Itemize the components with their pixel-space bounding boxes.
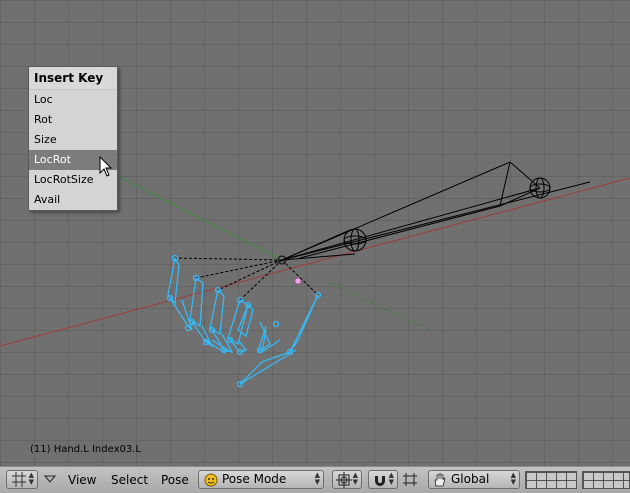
manipulator-hand-icon bbox=[434, 473, 446, 487]
menu-collapse-button[interactable] bbox=[43, 473, 58, 492]
menu-view[interactable]: View bbox=[68, 471, 96, 490]
menu-item-avail[interactable]: Avail bbox=[29, 190, 117, 210]
pose-mode-icon bbox=[204, 473, 218, 487]
insert-key-menu-title: Insert Key bbox=[29, 67, 117, 90]
viewport-type-icon bbox=[12, 472, 26, 487]
updown-arrows-icon: ▲ ▼ bbox=[28, 471, 34, 486]
layers-grid-1[interactable] bbox=[525, 471, 577, 489]
y-axis-line-far bbox=[329, 282, 431, 331]
snap-options-button[interactable] bbox=[400, 470, 420, 489]
menu-select[interactable]: Select bbox=[111, 471, 148, 490]
insert-key-menu: Insert Key Loc Rot Size LocRot LocRotSiz… bbox=[28, 66, 118, 211]
layers-grid-2[interactable] bbox=[582, 471, 630, 489]
viewport-status-text: (11) Hand.L Index03.L bbox=[30, 444, 141, 455]
menu-item-size[interactable]: Size bbox=[29, 130, 117, 150]
viewport-type-button[interactable]: ▲ ▼ bbox=[6, 470, 38, 489]
3d-viewport[interactable]: Insert Key Loc Rot Size LocRot LocRotSiz… bbox=[0, 0, 630, 466]
menu-collapse-icon bbox=[43, 475, 57, 483]
snap-options-icon bbox=[403, 473, 417, 486]
updown-arrows-icon: ▲ ▼ bbox=[352, 471, 358, 486]
menu-pose[interactable]: Pose bbox=[161, 471, 189, 490]
snap-magnet-icon bbox=[375, 476, 385, 486]
updown-arrows-icon: ▲ ▼ bbox=[510, 471, 516, 486]
arm-bones bbox=[277, 161, 591, 265]
updown-arrows-icon: ▲ ▼ bbox=[314, 471, 320, 486]
viewport-header: ▲ ▼ View Select Pose Pose Mode ▲ ▼ ▲ ▼ ▲ ▼ bbox=[0, 466, 630, 493]
mode-dropdown[interactable]: Pose Mode ▲ ▼ bbox=[198, 470, 324, 489]
pivot-icon bbox=[336, 472, 352, 488]
menu-item-rot[interactable]: Rot bbox=[29, 110, 117, 130]
updown-arrows-icon: ▲ ▼ bbox=[388, 471, 394, 486]
orientation-dropdown[interactable]: Global ▲ ▼ bbox=[428, 470, 520, 489]
snap-button[interactable]: ▲ ▼ bbox=[368, 470, 398, 489]
cursor-dot bbox=[294, 277, 302, 285]
orientation-label: Global bbox=[451, 472, 490, 486]
mode-label: Pose Mode bbox=[222, 472, 287, 486]
mouse-pointer-icon bbox=[99, 156, 113, 177]
pivot-button[interactable]: ▲ ▼ bbox=[332, 470, 362, 489]
menu-item-loc[interactable]: Loc bbox=[29, 90, 117, 110]
